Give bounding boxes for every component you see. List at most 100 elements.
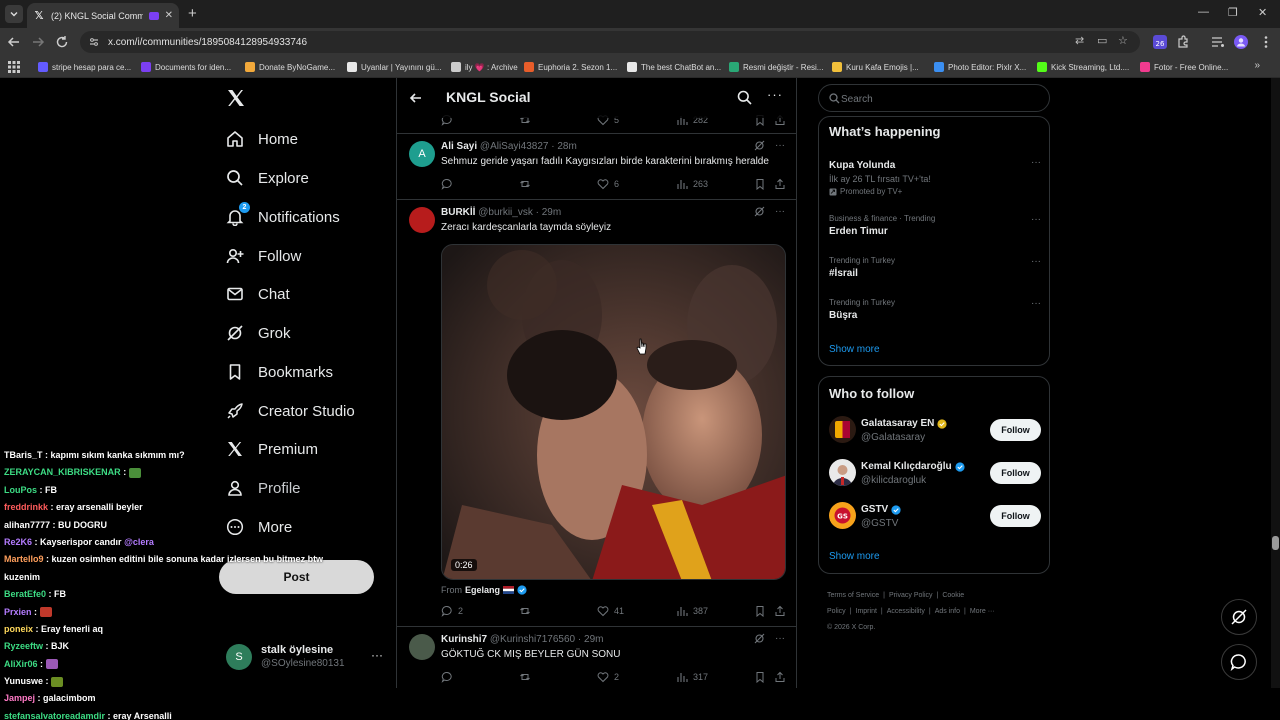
back-arrow-icon[interactable] [409,91,423,105]
more-dots-icon[interactable]: ··· [775,206,785,217]
trend-item[interactable]: Business & finance · Trending Erden Timur… [829,214,1041,237]
chat-username[interactable]: Jampej [4,693,35,703]
more-dots-icon[interactable]: ··· [1031,214,1041,225]
source-author-name[interactable]: Egelang [465,585,500,595]
footer-link[interactable]: Privacy Policy [889,592,933,599]
bookmark-button[interactable] [754,671,766,683]
views-button[interactable]: 263 [676,178,708,190]
author-handle[interactable]: @burkii_vsk [478,207,533,218]
tab-close-icon[interactable]: ✕ [165,10,173,21]
footer-link[interactable]: Imprint [856,608,877,615]
show-more-link[interactable]: Show more [829,344,880,355]
search-bar[interactable] [818,84,1050,112]
author-handle[interactable]: @Kurinshi7176560 [490,634,575,645]
nav-item-bookmarks[interactable]: Bookmarks [226,359,333,385]
bookmark-item[interactable]: ily 💗 : Archive [451,60,518,74]
chat-username[interactable]: Prxien [4,607,32,617]
reply-button[interactable]: 2 [441,605,463,617]
bookmark-item[interactable]: The best ChatBot an... [627,60,721,74]
author-name[interactable]: Kurinshi7 [441,634,487,645]
follow-button[interactable]: Follow [990,419,1041,441]
more-dots-icon[interactable]: ··· [775,633,785,644]
grok-fab-button[interactable] [1221,599,1257,635]
views-button[interactable]: 317 [676,671,708,683]
chat-username[interactable]: Re2K6 [4,537,32,547]
author-name[interactable]: Ali Sayi [441,141,477,152]
nav-item-explore[interactable]: Explore [226,165,309,191]
reply-button[interactable] [441,178,458,190]
grok-icon[interactable] [754,206,765,217]
more-dots-icon[interactable]: ··· [767,87,783,102]
like-button[interactable]: 41 [597,605,624,617]
footer-link[interactable]: More ··· [970,608,995,615]
show-more-link[interactable]: Show more [829,551,880,562]
chat-username[interactable]: AliXir06 [4,659,38,669]
forward-button[interactable] [30,34,46,50]
chat-username[interactable]: Yunuswe [4,676,43,686]
chat-username[interactable]: Ryzeeftw [4,641,43,651]
x-logo-icon[interactable] [226,88,246,108]
share-button[interactable] [774,178,786,190]
close-window-button[interactable]: ✕ [1258,6,1267,19]
chat-username[interactable]: alihan7777 [4,520,50,530]
follow-suggestion[interactable]: Kemal Kılıçdaroğlu @kilicdarogluk Follow [829,459,1041,489]
retweet-button[interactable] [519,671,536,683]
grok-icon[interactable] [754,140,765,151]
footer-link[interactable]: Terms of Service [827,592,879,599]
search-input[interactable] [841,89,1041,109]
chat-username[interactable]: TBaris_T [4,450,43,460]
post[interactable]: Kurinshi7 @Kurinshi7176560 · 29m ··· GÖKTU… [397,627,796,688]
share-button[interactable] [774,671,786,683]
grok-icon[interactable] [754,633,765,644]
maximize-button[interactable]: ❐ [1228,6,1238,19]
nav-item-notifications[interactable]: 2 Notifications [226,202,340,230]
browser-tab[interactable]: 𝕏 (2) KNGL Social Community ✕ [27,3,179,28]
account-name[interactable]: GSTV [861,504,888,515]
chat-username[interactable]: LouPos [4,485,37,495]
tab-search-button[interactable] [5,5,23,23]
retweet-button[interactable] [519,178,536,190]
chat-username[interactable]: ZERAYCAN_KIBRISKENAR [4,467,121,477]
bookmark-item[interactable]: Documents for iden... [141,60,231,74]
extension-icon[interactable]: 26 [1152,34,1168,50]
reply-button[interactable] [441,671,458,683]
author-name[interactable]: BURKİİ [441,207,475,218]
follow-button[interactable]: Follow [990,505,1041,527]
chat-mention[interactable]: @clera [124,537,154,547]
media-control-icon[interactable] [1210,34,1226,50]
post-timestamp[interactable]: 29m [584,634,603,645]
bookmark-item[interactable]: stripe hesap para ce... [38,60,131,74]
trend-item[interactable]: Trending in Turkey #İsrail ··· [829,256,1041,279]
profile-avatar[interactable] [1233,34,1249,50]
page-scrollbar[interactable] [1271,78,1280,688]
bookmark-item[interactable]: Kuru Kafa Emojis |... [832,60,919,74]
bookmark-item[interactable]: Resmi değiştir - Resi... [729,60,823,74]
like-button[interactable]: 2 [597,671,619,683]
video-player[interactable]: 0:26 [441,244,786,580]
avatar[interactable] [409,207,435,233]
search-icon[interactable] [737,90,752,105]
trend-item[interactable]: Trending in Turkey Büşra ··· [829,298,1041,321]
chat-username[interactable]: Martello9 [4,554,44,564]
follow-button[interactable]: Follow [990,462,1041,484]
post-timestamp[interactable]: 28m [557,141,576,152]
footer-link[interactable]: Ads info [935,608,960,615]
avatar[interactable]: GS [829,502,856,529]
author-handle[interactable]: @AliSayi43827 [480,141,549,152]
extensions-puzzle-icon[interactable] [1175,34,1191,50]
reload-button[interactable] [54,34,70,50]
nav-item-home[interactable]: Home [226,126,298,152]
chat-username[interactable]: poneix [4,624,33,634]
bookmark-item[interactable]: Photo Editor: Pixlr X... [934,60,1026,74]
nav-item-grok[interactable]: Grok [226,320,291,346]
avatar[interactable]: A [409,141,435,167]
bookmark-item[interactable]: Fotor - Free Online... [1140,60,1228,74]
bookmark-item[interactable]: Kick Streaming, Ltd.... [1037,60,1129,74]
install-app-icon[interactable]: ▭ [1097,34,1107,47]
post-timestamp[interactable]: 29m [542,207,561,218]
address-bar[interactable]: x.com/i/communities/1895084128954933746 [80,31,1140,53]
bookmark-star-icon[interactable]: ☆ [1118,34,1128,47]
nav-item-creator-studio[interactable]: Creator Studio [226,398,355,424]
avatar[interactable] [829,459,856,486]
scrollbar-thumb[interactable] [1272,536,1279,550]
